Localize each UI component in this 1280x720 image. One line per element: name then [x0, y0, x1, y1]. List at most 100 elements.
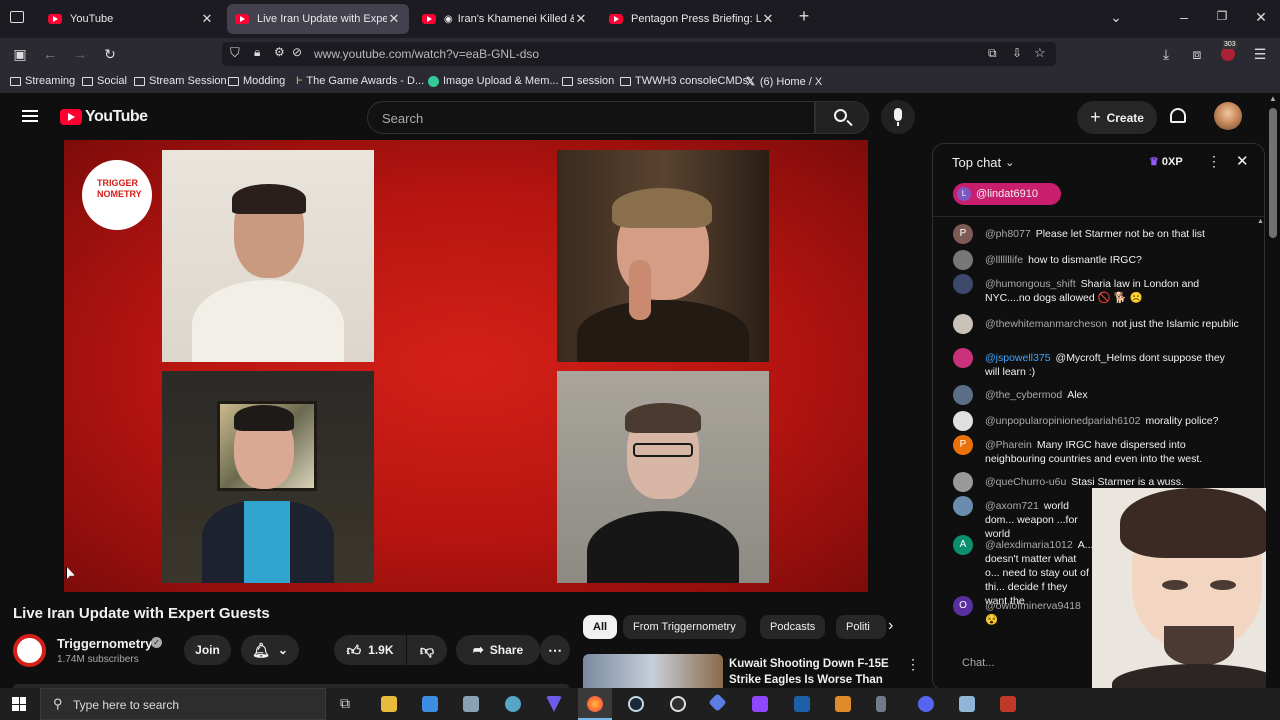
chat-menu-icon[interactable]: ⋮	[1207, 153, 1221, 170]
forward-icon[interactable]: →	[70, 44, 90, 64]
firefox-icon[interactable]	[587, 696, 603, 712]
photos-app-icon[interactable]	[422, 696, 438, 712]
chat-author-avatar[interactable]	[953, 411, 973, 431]
bookmark-folder-streaming[interactable]: Streaming	[10, 75, 75, 87]
app-icon[interactable]	[505, 696, 521, 712]
extension-avatar-icon[interactable]: 303	[1218, 40, 1238, 64]
close-tab-icon[interactable]: ✕	[200, 11, 214, 27]
close-tab-icon[interactable]: ✕	[761, 11, 775, 27]
shield-icon[interactable]: ⛉	[230, 45, 240, 61]
taskbar-search-input[interactable]: ⚲ Type here to search	[40, 688, 326, 720]
chat-author-avatar[interactable]: O	[953, 596, 973, 616]
tab-pentagon[interactable]: Pentagon Press Briefing: Live Up ✕	[601, 4, 783, 34]
xp-badge[interactable]: ♛ 0XP	[1149, 155, 1183, 169]
close-chat-icon[interactable]: ✕	[1236, 152, 1249, 170]
dislike-button[interactable]: 👎︎	[407, 635, 447, 665]
minimize-icon[interactable]: –	[1174, 9, 1194, 25]
account-avatar[interactable]	[1214, 102, 1242, 130]
list-tabs-chevron-icon[interactable]: ⌄	[1106, 9, 1126, 26]
chips-next-chevron-icon[interactable]: ›	[888, 617, 893, 635]
app-icon[interactable]	[835, 696, 851, 712]
reload-icon[interactable]: ↻	[100, 44, 120, 64]
chat-author-avatar[interactable]	[953, 472, 973, 492]
youtube-logo[interactable]: YouTube	[60, 108, 148, 126]
scroll-up-arrow-icon[interactable]: ▲	[1257, 218, 1264, 225]
app-icon[interactable]	[794, 696, 810, 712]
discord-icon[interactable]	[918, 696, 934, 712]
back-icon[interactable]: ←	[40, 44, 60, 64]
channel-avatar[interactable]	[13, 634, 46, 667]
chat-author-avatar[interactable]	[953, 496, 973, 516]
tab-overview-icon[interactable]	[10, 11, 24, 23]
video-player[interactable]: TRIGGER NOMETRY	[64, 140, 868, 592]
bookmark-image-upload[interactable]: Image Upload & Mem...	[428, 75, 559, 87]
chat-author-avatar[interactable]	[953, 348, 973, 368]
tab-live-iran-update[interactable]: Live Iran Update with Expert Gu ✕	[227, 4, 409, 34]
app-icon[interactable]	[1000, 696, 1016, 712]
chat-author-avatar[interactable]	[953, 274, 973, 294]
bookmark-folder-modding[interactable]: Modding	[228, 75, 285, 87]
recommendation-thumbnail[interactable]	[583, 654, 723, 688]
app-icon[interactable]	[876, 696, 886, 712]
audio-playing-icon[interactable]: ◉	[444, 14, 453, 25]
recommendation-menu-icon[interactable]: ⋮	[906, 656, 920, 673]
search-input[interactable]: Search	[367, 101, 815, 134]
chat-author-name[interactable]: @owlofminerva9418	[985, 600, 1081, 612]
chip-podcasts[interactable]: Podcasts	[760, 615, 826, 639]
create-button[interactable]: + Create	[1077, 101, 1157, 134]
more-actions-button[interactable]: ⋯	[540, 635, 570, 665]
bookmark-folder-session[interactable]: session	[562, 75, 614, 87]
chat-author-name[interactable]: @unpopularopinionedpariah6102	[985, 415, 1140, 427]
chat-author-avatar[interactable]	[953, 314, 973, 334]
app-icon[interactable]	[959, 696, 975, 712]
chat-author-avatar[interactable]	[953, 250, 973, 270]
chat-author-name[interactable]: @Pharein	[985, 439, 1032, 451]
chat-author-name[interactable]: @lllllllife	[985, 254, 1023, 266]
url-text[interactable]: www.youtube.com/watch?v=eaB-GNL-dso	[314, 47, 539, 61]
address-bar[interactable]: ⛉ 🔒︎ ⚙ ⊘ www.youtube.com/watch?v=eaB-GNL…	[222, 42, 1056, 66]
permissions-icon[interactable]: ⚙	[274, 45, 285, 59]
twitch-icon[interactable]	[752, 696, 768, 712]
bookmark-game-awards[interactable]: Ⱶ The Game Awards - D...	[296, 75, 424, 87]
bookmark-folder-social[interactable]: Social	[82, 75, 127, 87]
app-icon[interactable]	[546, 696, 562, 712]
chat-author-name[interactable]: @thewhitemanmarcheson	[985, 318, 1107, 330]
chat-author-name[interactable]: @jspowell375	[985, 352, 1051, 364]
chat-author-avatar[interactable]: P	[953, 435, 973, 455]
tab-youtube[interactable]: YouTube ✕	[40, 4, 222, 34]
sidebar-toggle-icon[interactable]: ▣	[10, 44, 30, 64]
lock-icon[interactable]: 🔒︎	[254, 45, 260, 60]
app-icon[interactable]	[708, 693, 727, 712]
chat-author-avatar[interactable]	[953, 385, 973, 405]
close-window-icon[interactable]: ✕	[1251, 9, 1271, 26]
search-button[interactable]	[815, 101, 869, 134]
subscription-bell-button[interactable]: 🔔︎ ⌄	[241, 635, 299, 665]
chat-author-avatar[interactable]: A	[953, 535, 973, 555]
voice-search-button[interactable]	[881, 100, 915, 134]
downloads-icon[interactable]: ⤓	[1156, 44, 1176, 64]
close-tab-icon[interactable]: ✕	[387, 11, 401, 27]
picture-in-picture-icon[interactable]: ⧉	[988, 46, 997, 61]
join-button[interactable]: Join	[184, 635, 231, 665]
new-tab-icon[interactable]: +	[794, 6, 814, 27]
chat-author-name[interactable]: @humongous_shift	[985, 278, 1076, 290]
chip-all[interactable]: All	[583, 615, 618, 639]
notifications-bell-icon[interactable]	[1170, 108, 1186, 123]
save-to-pocket-icon[interactable]: ⇩	[1012, 46, 1022, 60]
steam-icon[interactable]	[628, 696, 644, 712]
bookmark-folder-twwh3[interactable]: TWWH3 consoleCMDs	[620, 75, 748, 87]
bookmark-star-icon[interactable]: ☆	[1034, 45, 1046, 61]
windows-start-icon[interactable]	[12, 697, 26, 711]
bookmark-folder-stream-session[interactable]: Stream Session	[134, 75, 227, 87]
close-tab-icon[interactable]: ✕	[574, 11, 588, 27]
chat-author-name[interactable]: @queChurro-u6u	[985, 476, 1066, 488]
maximize-icon[interactable]: ❐	[1212, 9, 1232, 23]
share-button[interactable]: ➦ Share	[456, 635, 540, 665]
channel-name[interactable]: Triggernometry	[57, 636, 152, 651]
scroll-thumb[interactable]	[1269, 108, 1277, 238]
scroll-up-arrow-icon[interactable]: ▲	[1266, 94, 1280, 103]
like-button[interactable]: 👍︎ 1.9K	[334, 635, 406, 665]
tab-khamenei[interactable]: ◉ Iran's Khamenei Killed & Au ✕	[414, 4, 596, 34]
chat-author-name[interactable]: @axom721	[985, 500, 1039, 512]
chat-author-avatar[interactable]: P	[953, 224, 973, 244]
